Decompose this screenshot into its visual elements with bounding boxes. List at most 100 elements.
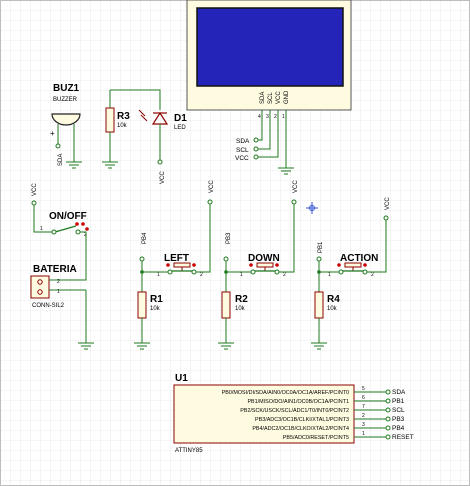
button-left-pin: 2 [200,272,203,278]
net-terminal [31,200,37,206]
mcu-pin-net: SCL [392,407,405,414]
schematic-sheet: SDA SCL VCC GND 4 3 2 1 SDA SCL VCC BUZ1… [0,0,470,486]
pin-dot [192,263,196,267]
mcu-pin-net: SDA [392,389,406,396]
mcu-pin-net: PB3 [392,416,405,423]
r1-body [137,291,147,319]
mcu-pin-net: PB1 [392,398,405,405]
net-terminal [291,199,297,205]
button-action-ref: ACTION [340,253,378,264]
button-action-vcc: VCC [385,197,391,210]
r4-ref: R4 [327,294,340,305]
r4-body [314,291,324,319]
mcu-pin-label: PB0/MOSI/DI/SDA/AIN0/OC0A/OC1A/AREF/PCIN… [222,390,349,396]
button-action-pin: 1 [328,272,331,278]
net-terminal [253,146,259,152]
pin-dot [337,263,341,267]
net-terminal [253,154,259,160]
button-left-net: PB4 [142,232,148,244]
pin-dot [75,222,79,226]
battery-name: CONN-SIL2 [32,303,65,309]
mcu-pin-number: 5 [362,386,365,392]
button-down-pin: 1 [240,272,243,278]
led-ref: D1 [174,113,187,124]
switch-contact [51,229,57,235]
buzzer-net-sda: SDA [58,154,64,166]
net-terminal [385,407,391,413]
net-terminal [223,256,229,262]
switch-contact [338,269,344,275]
r3-ref: R3 [117,111,130,122]
net-terminal [139,256,145,262]
pin-dot [275,263,279,267]
r1-value: 10k [150,306,161,312]
mcu-pin-label: PB3/ADC3/OC1B/CLKI/XTAL1/PCINT3 [255,417,349,423]
mcu-pin-net: PB4 [392,425,405,432]
button-down-ref: DOWN [248,253,280,264]
pin-dot [166,263,170,267]
buzzer-name: BUZZER [53,97,78,103]
net-terminal [253,137,259,143]
mcu-pin-net: RESET [392,434,414,441]
mcu-ref: U1 [175,373,188,384]
net-terminal [385,425,391,431]
mcu-pin-number: 1 [362,431,365,437]
pin-dot [249,263,253,267]
button-left-pin: 1 [157,272,160,278]
switch-contact [191,269,197,275]
net-terminal [207,199,213,205]
lcd-pin-number: 3 [266,114,269,120]
mcu-pin-label: PB1/MISO/DO/AIN1/OC0B/OC1A/PCINT1 [247,399,349,405]
r4-value: 10k [327,306,338,312]
lcd-pin-label-scl: SCL [268,92,274,104]
mcu-pin-number: 7 [362,404,365,410]
button-down-vcc: VCC [293,180,299,193]
button-action-cap [344,262,362,268]
button-left-cap [173,262,191,268]
lcd-pin-number: 1 [282,114,285,120]
switch-contact [75,229,81,235]
lcd-net-vcc: VCC [235,155,249,162]
lcd-net-sda: SDA [236,138,250,145]
pin-dot [363,263,367,267]
r3-body [105,107,115,133]
power-switch-ref: ON/OFF [49,211,87,222]
button-left-vcc: VCC [209,180,215,193]
r2-body [221,291,231,319]
button-action-net: PB1 [318,241,324,253]
power-switch-pin: 1 [40,226,43,232]
switch-contact [250,269,256,275]
led-name: LED [174,125,186,131]
lcd-module[interactable]: SDA SCL VCC GND 4 3 2 1 [186,0,352,120]
button-down-net: PB3 [226,232,232,244]
net-terminal [385,416,391,422]
switch-contact [274,269,280,275]
lcd-screen [196,7,344,87]
mcu-pin-number: 6 [362,395,365,401]
battery-pin-number: 2 [57,279,60,285]
led-net-vcc: VCC [160,171,166,184]
lcd-net-scl: SCL [236,147,249,154]
lcd-pin-number: 4 [258,114,261,120]
switch-contact [167,269,173,275]
mcu-name: ATTINY85 [175,448,203,454]
battery-body [30,275,50,299]
net-terminal [385,398,391,404]
lcd-pin-number: 2 [274,114,277,120]
power-switch-vcc: VCC [32,183,38,196]
battery-ref: BATERIA [33,264,77,275]
buzzer-ref: BUZ1 [53,83,80,94]
mcu-pin-label: PB4/ADC2/OC1B/CLKO/XTAL2/PCINT4 [252,426,349,432]
battery-pin-number: 1 [57,289,60,295]
buzzer-plus-sign: + [50,129,55,138]
net-terminal [55,143,61,149]
mcu-pin-label: PB5/ADC0/RESET/PCINT5 [283,435,349,441]
mcu-pin-number: 3 [362,422,365,428]
switch-contact [362,269,368,275]
mcu-pin-number: 2 [362,413,365,419]
mcu-pin-label: PB2/SCK/USCK/SCL/ADC1/T0/INT0/PCINT2 [240,408,349,414]
button-left-ref: LEFT [164,253,189,264]
pin-dot [81,222,85,226]
r2-value: 10k [235,306,246,312]
net-terminal [385,389,391,395]
